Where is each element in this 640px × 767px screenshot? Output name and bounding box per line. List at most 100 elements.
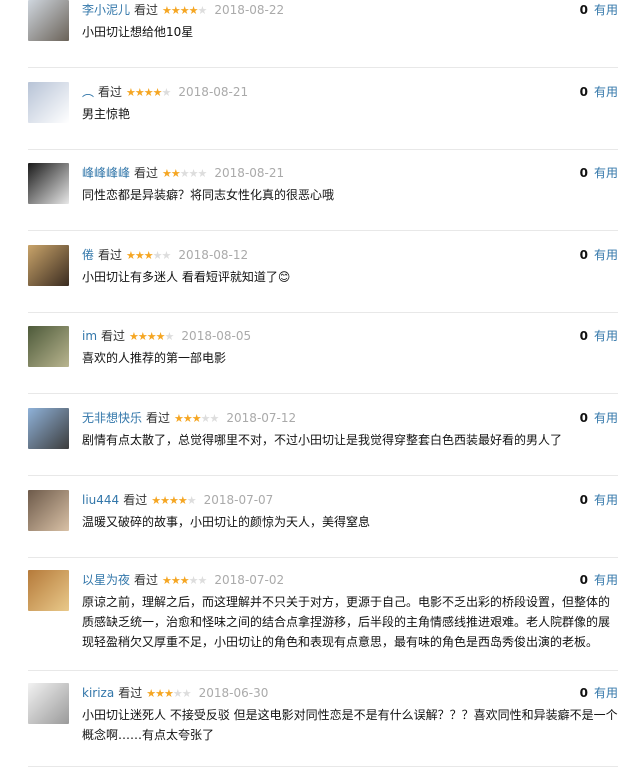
comment-item: kiriza 看过 ★★★★★ 2018-06-30 0 有用 小田切让迷死人 不接受反驳 …	[28, 683, 618, 767]
useful-button[interactable]: 有用	[594, 411, 618, 425]
vote-count: 0	[579, 493, 588, 507]
watched-status: 看过	[101, 329, 126, 343]
star-icon: ★	[197, 167, 208, 180]
useful-button[interactable]: 有用	[594, 3, 618, 17]
comment-date: 2018-08-21	[214, 166, 285, 180]
useful-button[interactable]: 有用	[594, 166, 618, 180]
star-icon: ★	[162, 574, 172, 587]
user-name-link[interactable]: 无非想快乐	[82, 411, 142, 425]
comment-text: 小田切让迷死人 不接受反驳 但是这电影对同性恋是不是有什么误解？？？喜欢同性和异…	[82, 708, 618, 742]
comment-date: 2018-08-12	[178, 248, 249, 262]
user-name-link[interactable]: 峰峰峰峰	[82, 166, 130, 180]
watched-status: 看过	[134, 166, 159, 180]
star-icon: ★	[146, 687, 156, 700]
star-icon: ★	[143, 249, 154, 262]
star-icon: ★	[151, 494, 161, 507]
star-icon: ★	[182, 412, 193, 425]
star-icon: ★	[197, 4, 208, 17]
rating-stars: ★★★★★	[126, 249, 171, 262]
comment-text: 剧情有点太散了，总觉得哪里不对，不过小田切让是我觉得穿整套白色西装最好看的男人了	[82, 433, 563, 447]
star-icon: ★	[168, 494, 179, 507]
star-icon: ★	[134, 86, 145, 99]
rating-stars: ★★★★★	[129, 330, 175, 343]
star-icon: ★	[191, 412, 202, 425]
vote-count: 0	[579, 686, 588, 700]
vote-count: 0	[579, 85, 588, 99]
star-icon: ★	[174, 412, 184, 425]
user-name-link[interactable]: liu444	[82, 493, 119, 507]
user-name-link[interactable]: im	[82, 329, 97, 343]
user-name-link[interactable]: 以星为夜	[82, 573, 130, 587]
star-icon: ★	[134, 249, 145, 262]
comment-meta: im 看过 ★★★★★ 2018-08-05	[82, 329, 251, 344]
star-icon: ★	[170, 574, 181, 587]
star-icon: ★	[200, 412, 211, 425]
vote-area: 0 有用	[580, 3, 618, 17]
vote-count: 0	[579, 166, 588, 180]
star-icon: ★	[161, 86, 172, 99]
useful-button[interactable]: 有用	[594, 573, 618, 587]
comment-meta: kiriza 看过 ★★★★★ 2018-06-30	[82, 686, 268, 701]
comment-item: 李小泥儿 看过 ★★★★★ 2018-08-22 0 有用 小田切让想给他10星	[28, 0, 618, 68]
star-icon: ★	[152, 249, 163, 262]
avatar[interactable]	[28, 408, 69, 449]
star-icon: ★	[160, 494, 170, 507]
star-icon: ★	[186, 494, 197, 507]
watched-status: 看过	[123, 493, 148, 507]
vote-area: 0 有用	[580, 85, 618, 99]
star-icon: ★	[188, 4, 199, 17]
avatar[interactable]	[28, 490, 69, 531]
comment-meta: 倦看过 ★★★★★ 2018-08-12	[82, 248, 248, 263]
star-icon: ★	[170, 167, 181, 180]
avatar[interactable]	[28, 326, 69, 367]
comment-meta: liu444 看过 ★★★★★ 2018-07-07	[82, 493, 273, 508]
star-icon: ★	[179, 167, 190, 180]
useful-button[interactable]: 有用	[594, 85, 618, 99]
user-name-link[interactable]: 李小泥儿	[82, 3, 130, 17]
comment-item: liu444 看过 ★★★★★ 2018-07-07 0 有用 温暖又破碎的故事，小田切让的…	[28, 490, 618, 558]
avatar[interactable]	[28, 163, 69, 204]
comment-item: 无非想快乐 看过 ★★★★★ 2018-07-12 0 有用 剧情有点太散了，总觉得哪里不对…	[28, 408, 618, 476]
avatar[interactable]	[28, 0, 69, 41]
avatar[interactable]	[28, 245, 69, 286]
comment-item: ︵ 看过 ★★★★★ 2018-08-21 0 有用 男主惊艳	[28, 82, 618, 150]
star-icon: ★	[162, 4, 172, 17]
comment-text: 小田切让想给他10星	[82, 25, 194, 39]
star-icon: ★	[164, 330, 175, 343]
comment-date: 2018-08-21	[178, 85, 249, 99]
star-icon: ★	[172, 687, 183, 700]
star-icon: ★	[152, 86, 163, 99]
avatar[interactable]	[28, 82, 69, 123]
comment-text: 喜欢的人推荐的第一部电影	[82, 351, 227, 365]
avatar[interactable]	[28, 683, 69, 724]
comment-date: 2018-06-30	[198, 686, 269, 700]
user-name-link[interactable]: 倦	[82, 248, 94, 262]
comment-date: 2018-08-22	[214, 3, 285, 17]
useful-button[interactable]: 有用	[594, 686, 618, 700]
avatar[interactable]	[28, 570, 69, 611]
useful-button[interactable]: 有用	[594, 329, 618, 343]
star-icon: ★	[155, 687, 165, 700]
star-icon: ★	[170, 4, 181, 17]
star-icon: ★	[137, 330, 148, 343]
comment-date: 2018-07-12	[226, 411, 297, 425]
comment-text: 男主惊艳	[82, 107, 131, 121]
watched-status: 看过	[118, 686, 143, 700]
user-name-link[interactable]: ︵	[82, 85, 94, 99]
vote-area: 0 有用	[580, 248, 618, 262]
comment-text: 小田切让有多迷人 看看短评就知道了😊	[82, 270, 291, 284]
comment-text: 温暖又破碎的故事，小田切让的颜惊为天人，美得窒息	[82, 515, 371, 529]
vote-count: 0	[579, 329, 588, 343]
comment-item: 倦看过 ★★★★★ 2018-08-12 0 有用 小田切让有多迷人 看看短评就知道了😊	[28, 245, 618, 313]
star-icon: ★	[177, 494, 188, 507]
user-name-link[interactable]: kiriza	[82, 686, 114, 700]
comment-date: 2018-07-02	[214, 573, 285, 587]
star-icon: ★	[163, 687, 174, 700]
vote-count: 0	[579, 3, 588, 17]
vote-count: 0	[579, 411, 588, 425]
star-icon: ★	[129, 330, 139, 343]
useful-button[interactable]: 有用	[594, 493, 618, 507]
comment-item: 以星为夜 看过 ★★★★★ 2018-07-02 0 有用 原谅之前，理解之后，而这理解并不…	[28, 570, 618, 671]
useful-button[interactable]: 有用	[594, 248, 618, 262]
watched-status: 看过	[98, 85, 123, 99]
